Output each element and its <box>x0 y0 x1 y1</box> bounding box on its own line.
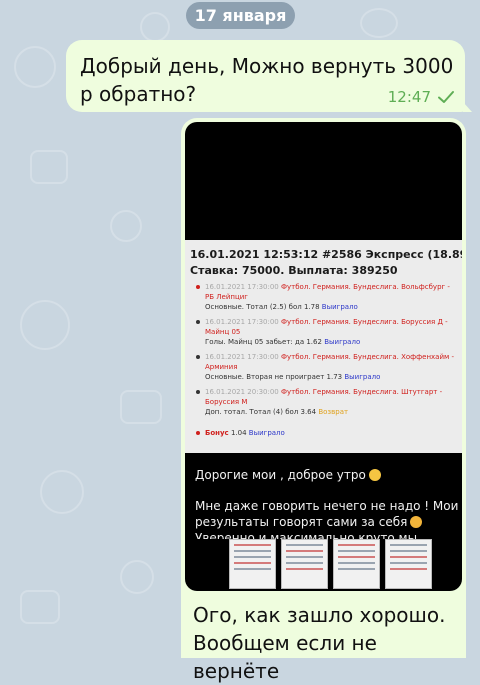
screenshot-thumbnail <box>281 539 328 589</box>
message-photo[interactable]: 16.01.2021 12:53:12 #2586 Экспресс (18.8… <box>185 122 462 591</box>
event-bet: Основные. Вторая не проиграет 1.73 <box>205 373 343 381</box>
wallpaper-doodle <box>20 300 70 350</box>
event-time: 16.01.2021 20:30:00 <box>205 388 279 396</box>
promo-greeting: Дорогие мои , доброе утро <box>195 467 381 483</box>
event-bullet <box>196 320 200 324</box>
bet-slip-card: 16.01.2021 12:53:12 #2586 Экспресс (18.8… <box>185 240 462 453</box>
wallpaper-doodle <box>360 8 398 38</box>
event-bullet <box>196 390 200 394</box>
photo-message[interactable]: 16.01.2021 12:53:12 #2586 Экспресс (18.8… <box>181 118 466 683</box>
bet-slip-stake: Ставка: 75000. Выплата: 389250 <box>190 264 398 277</box>
wallpaper-doodle <box>20 590 60 624</box>
wallpaper-doodle <box>14 46 56 88</box>
promo-line-4: Уверенно и максимально круто мы делаем <box>195 531 418 539</box>
wallpaper-doodle <box>40 470 84 514</box>
bet-slip-header: 16.01.2021 12:53:12 #2586 Экспресс (18.8… <box>190 248 462 261</box>
screenshot-thumbnail <box>333 539 380 589</box>
event-result: Выиграло <box>324 338 361 346</box>
bet-event-2: 16.01.2021 17:30:00 Футбол. Германия. Бу… <box>196 317 457 347</box>
event-bullet <box>196 285 200 289</box>
bet-event-4: 16.01.2021 20:30:00 Футбол. Германия. Бу… <box>196 387 457 417</box>
check-icon <box>438 91 454 103</box>
bonus-result: Выиграло <box>248 429 285 437</box>
photo-caption: Ого, как зашло хорошо. Вообщем если не в… <box>193 601 461 685</box>
event-bet: Доп. тотал. Тотал (4) бол 3.64 <box>205 408 317 416</box>
bonus-label: Бонус <box>205 429 229 437</box>
screenshot-thumbnail <box>385 539 432 589</box>
event-time: 16.01.2021 17:30:00 <box>205 353 279 361</box>
event-bet: Основные. Тотал (2.5) бол 1.78 <box>205 303 320 311</box>
event-bet: Голы. Майнц 05 забьет: да 1.62 <box>205 338 322 346</box>
bonus-value: 1.04 <box>230 429 247 437</box>
event-result: Выиграло <box>344 373 381 381</box>
sun-emoji-icon <box>368 469 381 481</box>
caption-line: Вообщем если не вернёте <box>193 631 377 683</box>
wallpaper-doodle <box>140 12 170 42</box>
message-meta: 12:47 <box>388 88 455 106</box>
promo-line-3: результаты говорят сами за себя <box>195 514 423 530</box>
bubble-tail <box>463 102 472 112</box>
wallpaper-doodle <box>30 150 68 184</box>
message-time: 12:47 <box>387 88 431 106</box>
event-bullet <box>196 355 200 359</box>
smile-emoji-icon <box>410 516 423 528</box>
screenshot-thumbnail <box>229 539 276 589</box>
bet-event-1: 16.01.2021 17:30:00 Футбол. Германия. Бу… <box>196 282 457 312</box>
bonus-bullet <box>196 431 200 435</box>
promo-line-2: Мне даже говорить нечего не надо ! Мои <box>195 499 459 513</box>
caption-line: Ого, как зашло хорошо. <box>193 603 446 627</box>
bet-bonus: Бонус 1.04 Выиграло <box>196 428 457 438</box>
bet-event-3: 16.01.2021 17:30:00 Футбол. Германия. Бу… <box>196 352 457 382</box>
date-label: 17 января <box>194 6 287 25</box>
event-result: Возврат <box>318 408 349 416</box>
date-separator: 17 января <box>186 2 295 29</box>
wallpaper-doodle <box>110 210 142 242</box>
event-result: Выиграло <box>321 303 358 311</box>
wallpaper-doodle <box>120 560 154 594</box>
wallpaper-doodle <box>120 390 162 424</box>
outgoing-message[interactable]: Добрый день, Можно вернуть 3000 р обратн… <box>66 40 472 112</box>
promo-line: Дорогие мои , доброе утро <box>195 468 366 482</box>
promo-line: результаты говорят сами за себя <box>195 515 408 529</box>
event-time: 16.01.2021 17:30:00 <box>205 318 279 326</box>
event-time: 16.01.2021 17:30:00 <box>205 283 279 291</box>
